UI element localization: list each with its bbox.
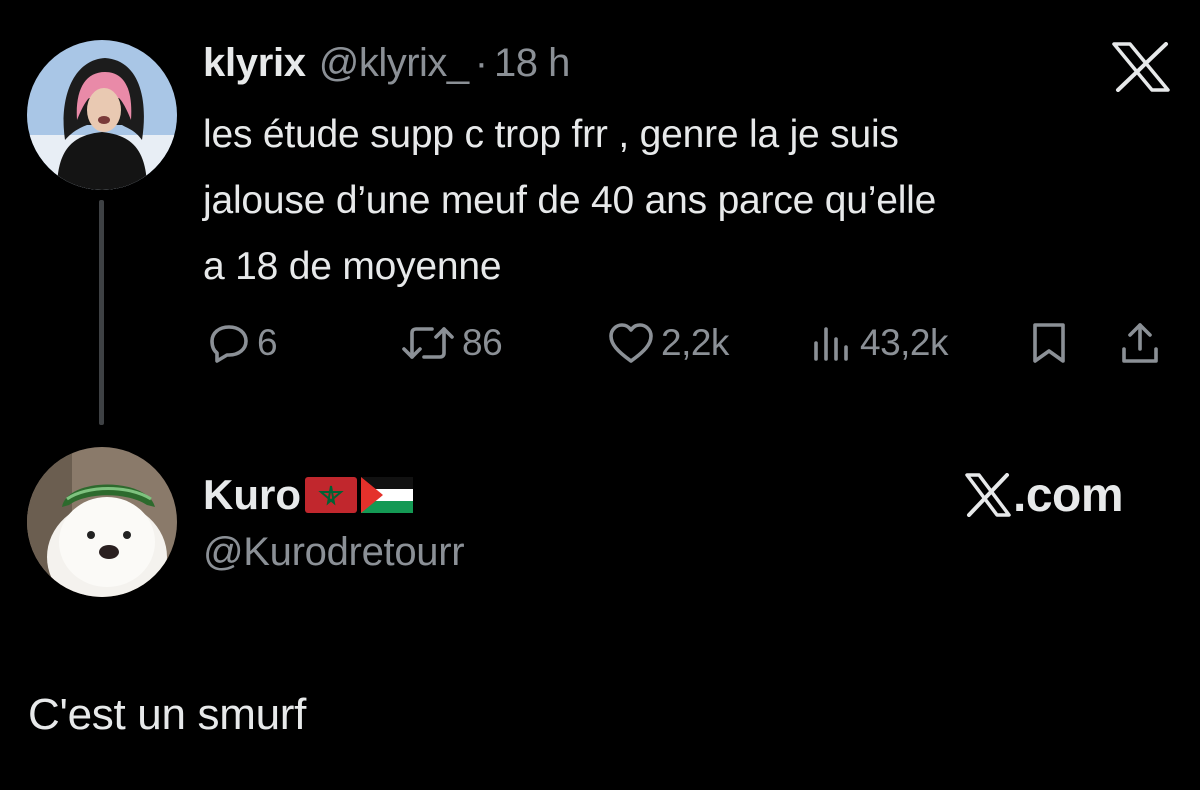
heart-icon — [609, 323, 653, 363]
author-handle[interactable]: @klyrix_ — [319, 41, 469, 86]
tweet-timestamp[interactable]: 18 h — [494, 41, 570, 86]
palestine-flag-icon — [361, 477, 413, 513]
morocco-flag-icon — [305, 477, 357, 513]
repost-icon — [402, 327, 454, 359]
x-logo-icon — [1112, 42, 1170, 92]
tweet-text: les étude supp c trop frr , genre la je … — [203, 113, 937, 288]
reply-author-name[interactable]: Kuro — [203, 471, 301, 519]
views-count: 43,2k — [860, 322, 949, 363]
x-com-text: .com — [1013, 468, 1124, 522]
author-name[interactable]: klyrix — [203, 41, 306, 86]
views-icon — [814, 327, 848, 361]
bookmark-button[interactable] — [1027, 318, 1071, 368]
thread-line — [99, 200, 104, 425]
reply-button[interactable]: 6 — [207, 318, 278, 368]
reply-author-handle[interactable]: @Kurodretourr — [203, 530, 465, 575]
share-icon — [1122, 323, 1158, 363]
reply-author-row: Kuro — [203, 470, 413, 520]
separator-dot: · — [474, 40, 489, 85]
bookmark-icon — [1033, 323, 1065, 363]
reply-icon — [210, 325, 248, 363]
repost-count: 86 — [462, 322, 503, 363]
reply-caption: C'est un smurf — [28, 690, 307, 739]
views-button[interactable]: 43,2k — [810, 318, 949, 368]
share-button[interactable] — [1118, 318, 1162, 368]
x-logo-icon — [965, 473, 1011, 517]
reply-count: 6 — [257, 322, 278, 363]
author-avatar[interactable] — [27, 40, 177, 190]
x-com-watermark: .com — [965, 468, 1124, 522]
avatar-image — [27, 447, 177, 597]
like-count: 2,2k — [661, 322, 729, 363]
avatar-image — [27, 40, 177, 190]
like-button[interactable]: 2,2k — [607, 318, 729, 368]
reply-author-avatar[interactable] — [27, 447, 177, 597]
tweet-header: klyrix @klyrix_ · 18 h — [203, 40, 570, 86]
repost-button[interactable]: 86 — [400, 318, 503, 368]
